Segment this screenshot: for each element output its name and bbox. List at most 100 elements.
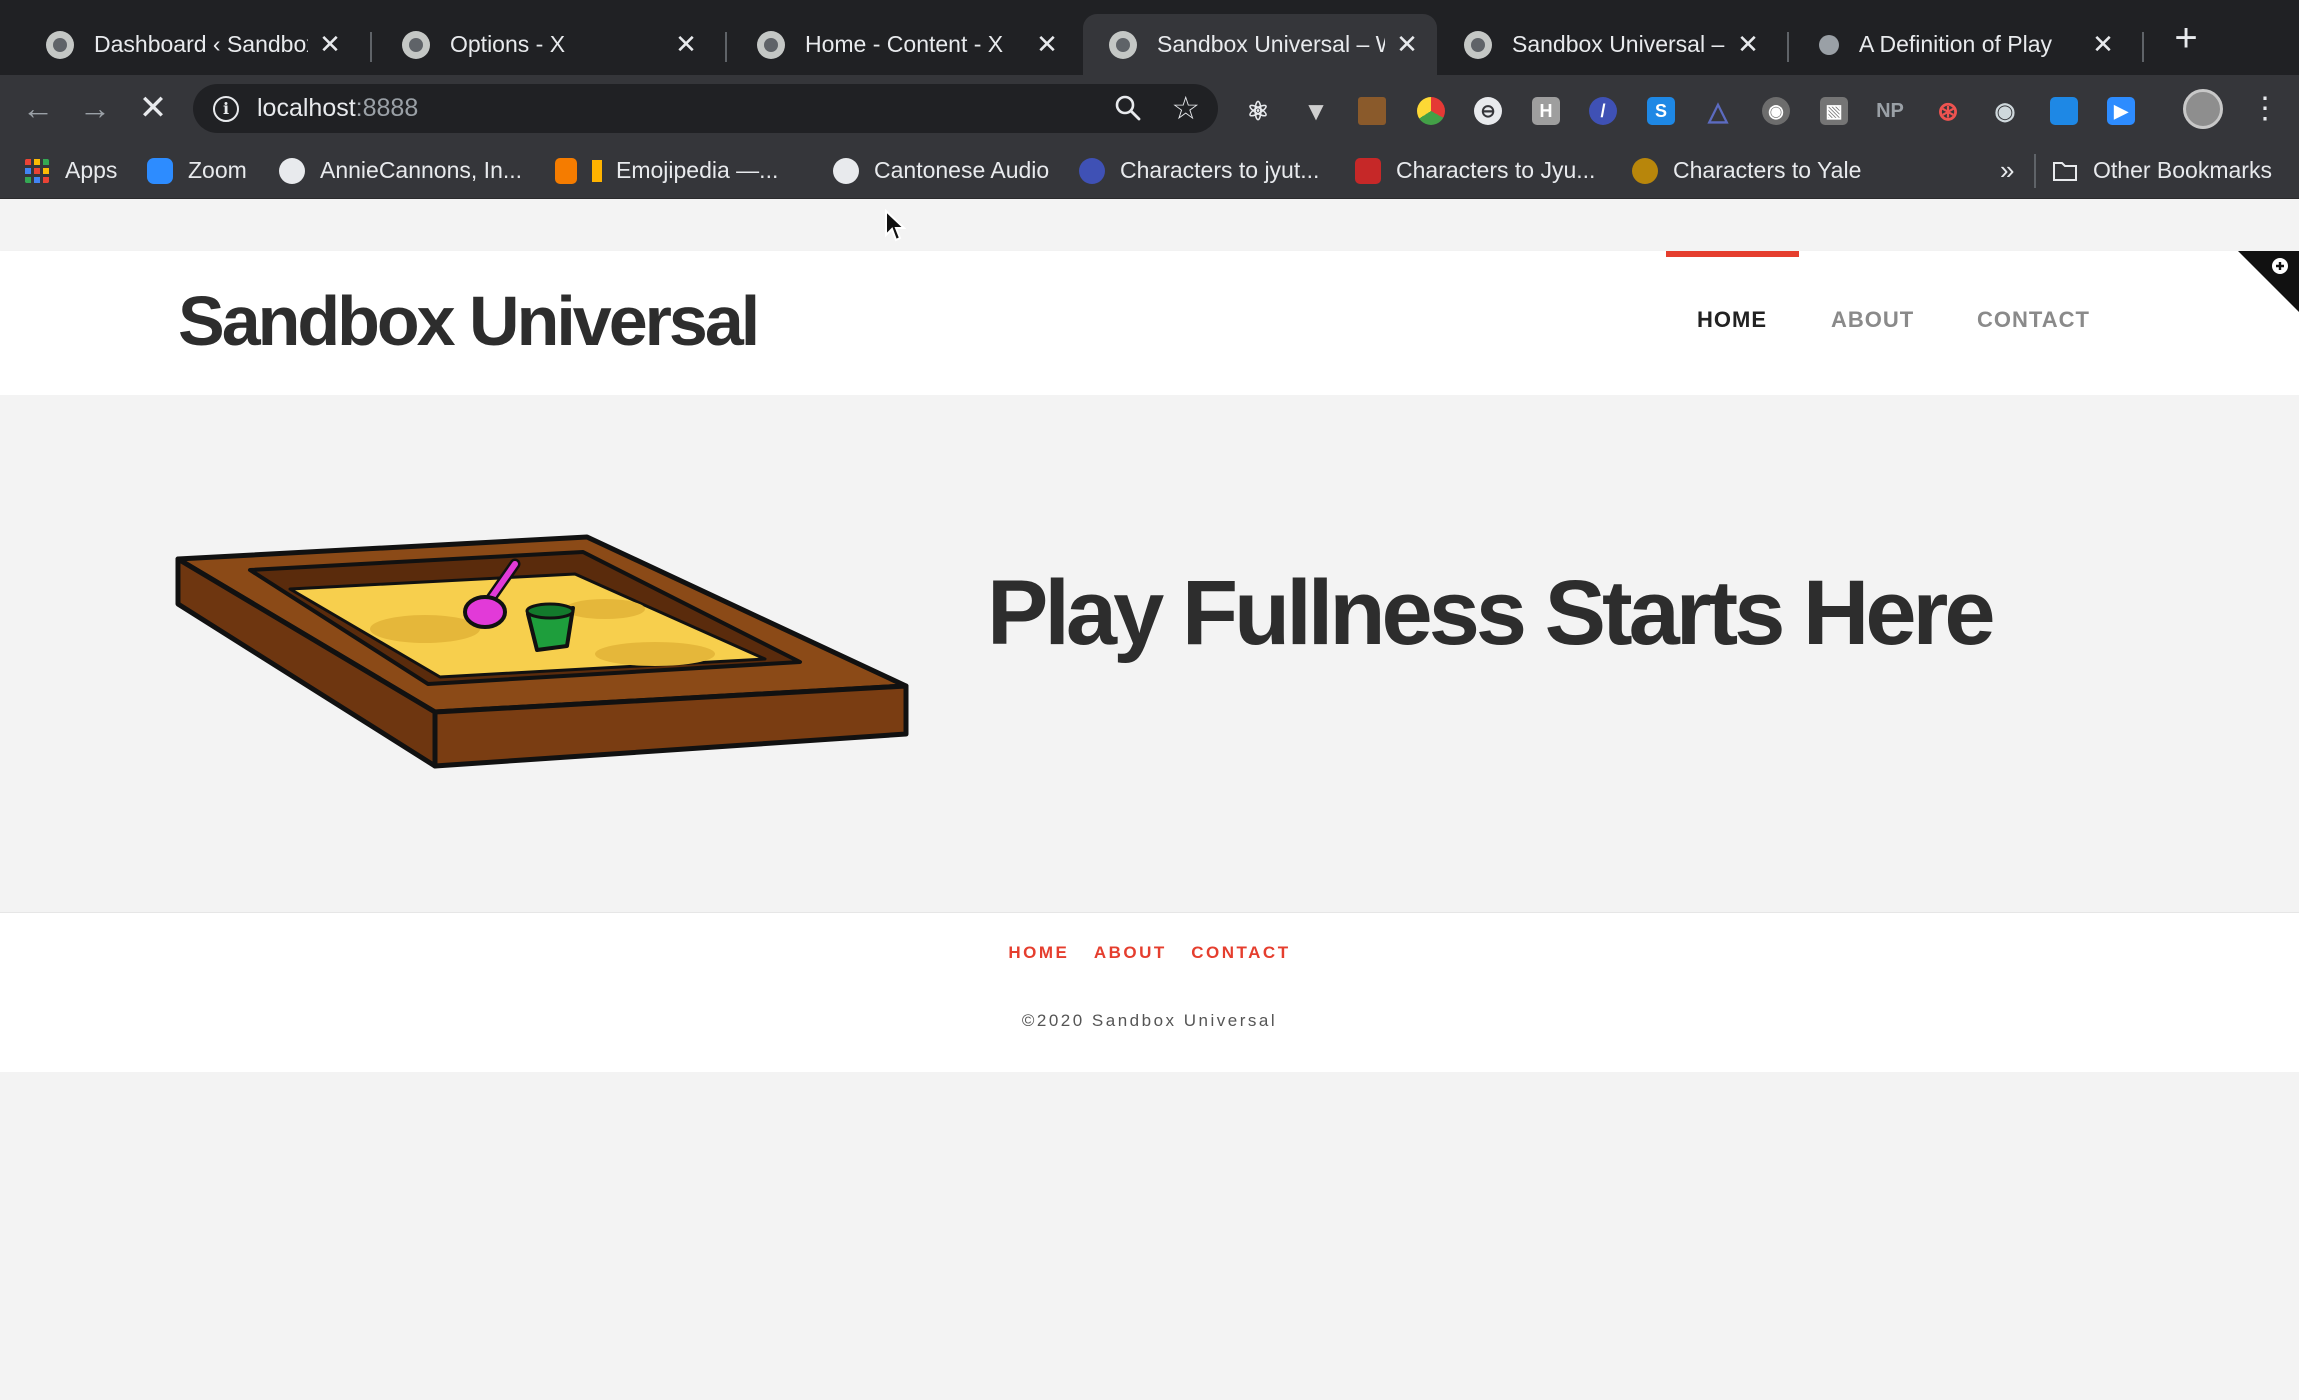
profile-avatar[interactable]: [2183, 89, 2223, 129]
bookmark-favicon-icon: [1632, 157, 1658, 184]
color-picker-extension-icon[interactable]: [1417, 97, 1445, 125]
bookmark-label: Cantonese Audio: [874, 157, 1050, 183]
hero-title: Play Fullness Starts Here: [987, 562, 1995, 664]
react-devtools-icon[interactable]: ⚛: [1244, 96, 1272, 126]
footer-nav-about[interactable]: ABOUT: [1094, 943, 1167, 963]
bookmark-label: Apps: [65, 157, 118, 183]
sandbox-illustration: [175, 534, 909, 769]
folder-icon: [2053, 161, 2077, 181]
bookmarks-separator: [2034, 154, 2036, 188]
timer-extension-icon[interactable]: [2050, 97, 2078, 125]
lastpass-style-extension-icon[interactable]: ⊛: [1934, 96, 1962, 126]
extension-blue-icon[interactable]: /: [1589, 97, 1617, 125]
bookmark-favicon-icon: [1355, 157, 1381, 184]
bookmark-zoom[interactable]: Zoom: [147, 142, 247, 199]
browser-toolbar: ← → ✕ i localhost:8888 ☆ ⚛ ▼ ⊖ H / S △ ◉…: [0, 75, 2299, 142]
browser-menu-icon[interactable]: ⋮: [2250, 89, 2280, 129]
other-bookmarks-folder[interactable]: Other Bookmarks: [2052, 142, 2272, 199]
close-tab-icon[interactable]: ✕: [674, 29, 698, 60]
bookmark-characters-to-yale[interactable]: Characters to Yale: [1632, 142, 1861, 199]
forward-button[interactable]: →: [74, 87, 116, 129]
bookmark-anniecannons[interactable]: AnnieCannons, In...: [279, 142, 522, 199]
close-tab-icon[interactable]: ✕: [318, 29, 342, 60]
camera-extension-icon[interactable]: ◉: [1762, 97, 1790, 125]
apps-grid-icon: [25, 158, 49, 183]
triangle-extension-icon[interactable]: △: [1704, 96, 1732, 126]
eye-extension-icon[interactable]: ◉: [1991, 97, 2019, 125]
tab-title: A Definition of Play: [1859, 31, 2053, 57]
bookmark-cantonese-audio[interactable]: Cantonese Audio: [833, 142, 1049, 199]
address-bar[interactable]: i localhost:8888 ☆: [193, 84, 1218, 133]
page-viewport: Sandbox Universal HOME ABOUT CONTACT Pla…: [0, 199, 2299, 1400]
wordpress-favicon-icon: [757, 30, 785, 59]
tab-sandbox-universal[interactable]: Sandbox Universal – W ✕: [1438, 14, 1778, 75]
zoom-icon: [147, 157, 173, 184]
active-nav-indicator: [1666, 251, 1799, 257]
wordpress-favicon-icon: [402, 30, 430, 59]
bookmark-label: Other Bookmarks: [2093, 157, 2272, 183]
tab-definition-of-play[interactable]: A Definition of Play ✕: [1793, 14, 2133, 75]
zoom-magnifier-icon[interactable]: [1114, 94, 1142, 122]
footer-nav-contact[interactable]: CONTACT: [1191, 943, 1290, 963]
image-extension-icon[interactable]: ▧: [1820, 97, 1848, 125]
extension-tool-icon[interactable]: [1358, 97, 1386, 125]
close-tab-icon[interactable]: ✕: [1736, 29, 1760, 60]
bookmark-characters-to-jyu[interactable]: Characters to Jyu...: [1355, 142, 1595, 199]
bookmark-star-icon[interactable]: ☆: [1171, 88, 1200, 128]
np-extension-icon[interactable]: NP: [1876, 97, 1904, 125]
close-tab-icon[interactable]: ✕: [1035, 29, 1059, 60]
bookmarks-bar: Apps Zoom AnnieCannons, In... Emojipedia…: [0, 142, 2299, 199]
tab-options[interactable]: Options - X ✕: [376, 14, 716, 75]
bookmark-label: AnnieCannons, In...: [320, 157, 523, 183]
new-tab-button[interactable]: +: [2166, 18, 2206, 58]
s-extension-icon[interactable]: S: [1647, 97, 1675, 125]
tab-sandbox-universal-active[interactable]: Sandbox Universal – W ✕: [1083, 14, 1437, 75]
wordpress-favicon-icon: [46, 30, 74, 59]
bookmark-label: Characters to Jyu...: [1396, 157, 1596, 183]
zoom-extension-icon[interactable]: ▶: [2107, 97, 2135, 125]
extension-circle-icon[interactable]: ⊖: [1474, 97, 1502, 125]
tab-separator: [2142, 32, 2144, 62]
bookmark-emojipedia[interactable]: Emojipedia —...: [555, 142, 778, 199]
stop-loading-button[interactable]: ✕: [132, 87, 174, 129]
tab-separator: [725, 32, 727, 62]
tab-strip: Dashboard ‹ Sandbox U ✕ Options - X ✕ Ho…: [0, 0, 2299, 75]
tab-separator: [1787, 32, 1789, 62]
emojipedia-icon: [555, 157, 577, 184]
footer-nav-home[interactable]: HOME: [1008, 943, 1069, 963]
nav-about[interactable]: ABOUT: [1831, 307, 1914, 333]
wordpress-favicon-icon: [1464, 30, 1492, 59]
bookmark-label: Zoom: [188, 157, 247, 183]
tab-title: Dashboard ‹ Sandbox U: [94, 31, 308, 57]
copyright-text: ©2020 Sandbox Universal: [1021, 1011, 1278, 1030]
bookmark-characters-to-jyutping[interactable]: Characters to jyut...: [1079, 142, 1319, 199]
nav-home[interactable]: HOME: [1697, 307, 1767, 333]
tab-separator: [370, 32, 372, 62]
tab-home-content[interactable]: Home - Content - X ✕: [731, 14, 1077, 75]
site-info-icon[interactable]: i: [213, 95, 239, 122]
close-tab-icon[interactable]: ✕: [2091, 29, 2115, 60]
bookmark-flag-icon: [592, 159, 602, 182]
tab-title: Options - X: [450, 31, 566, 57]
bookmarks-overflow-button[interactable]: »: [2000, 142, 2014, 199]
tab-dashboard[interactable]: Dashboard ‹ Sandbox U ✕: [20, 14, 360, 75]
nav-contact[interactable]: CONTACT: [1977, 307, 2090, 333]
bookmark-label: Emojipedia —...: [616, 157, 779, 183]
bookmark-apps[interactable]: Apps: [24, 142, 117, 199]
close-tab-icon[interactable]: ✕: [1395, 29, 1419, 60]
bookmark-favicon-icon: [1079, 157, 1105, 184]
vue-devtools-icon[interactable]: ▼: [1302, 96, 1330, 126]
tab-title: Home - Content - X: [805, 31, 1004, 57]
footer-nav: HOME ABOUT CONTACT: [0, 943, 2299, 963]
page-favicon-icon: [1819, 34, 1839, 55]
back-button[interactable]: ←: [17, 87, 59, 129]
tab-title: Sandbox Universal – W: [1157, 31, 1385, 57]
site-brand[interactable]: Sandbox Universal: [178, 281, 760, 361]
globe-icon: [833, 157, 859, 184]
bookmark-label: Characters to Yale: [1673, 157, 1862, 183]
headings-extension-icon[interactable]: H: [1532, 97, 1560, 125]
tab-title: Sandbox Universal – W: [1512, 31, 1726, 57]
loading-favicon-icon: [1109, 30, 1137, 59]
github-icon: [279, 157, 305, 184]
admin-corner-toggle-icon[interactable]: [2238, 251, 2299, 312]
